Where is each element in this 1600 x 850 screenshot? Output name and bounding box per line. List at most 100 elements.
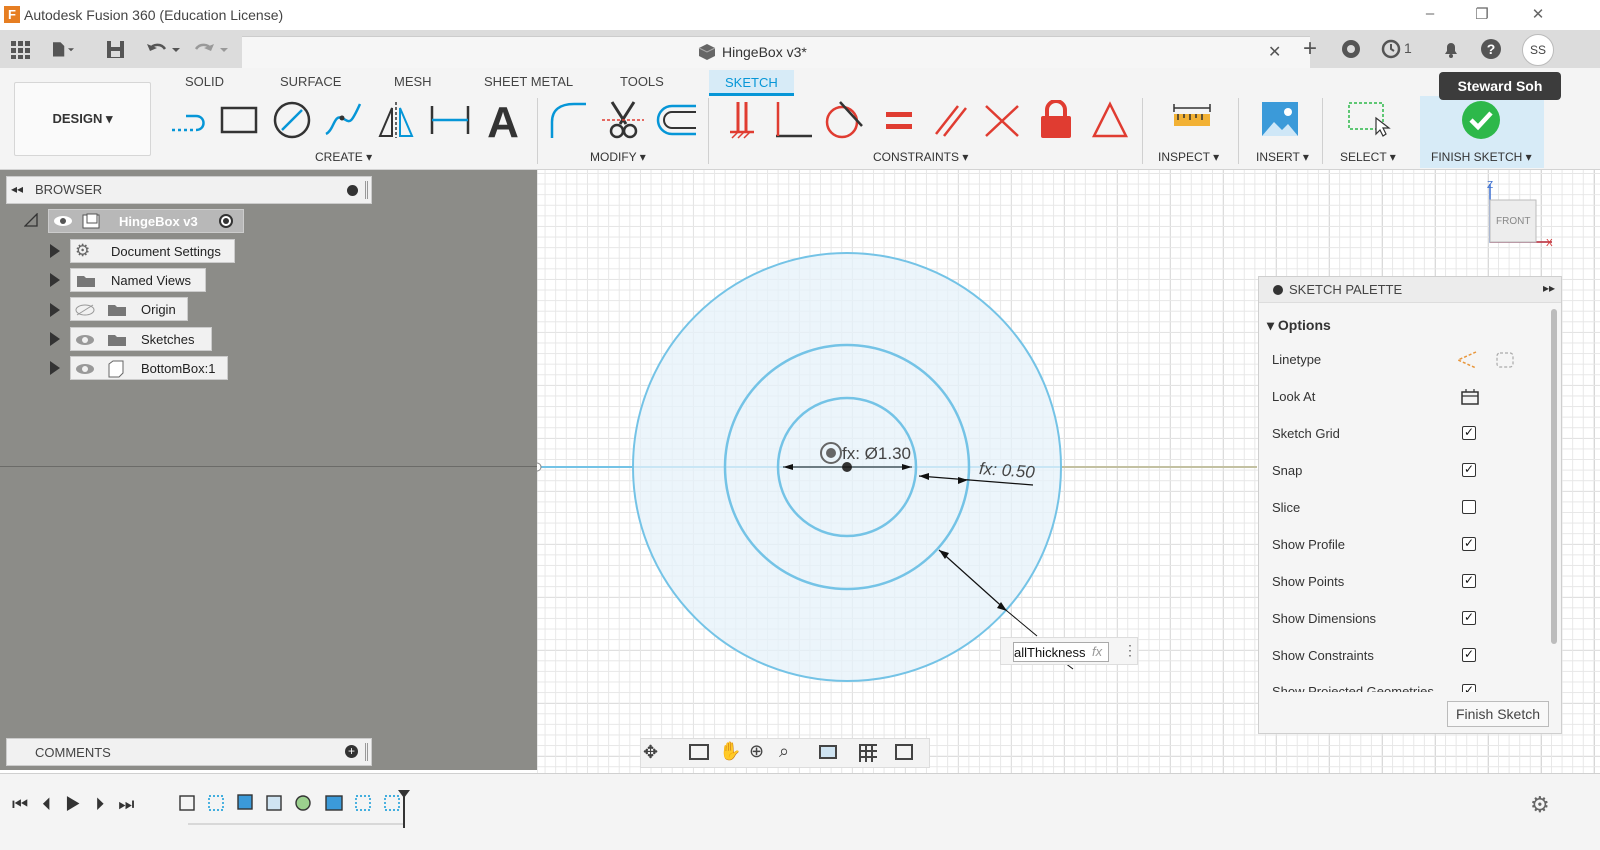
add-comment-icon[interactable]: + [345,745,358,758]
centerline-linetype-icon[interactable] [1494,350,1516,370]
fit-zoom-icon[interactable]: ⌕ [779,741,789,762]
look-at-icon[interactable] [689,744,709,760]
play-icon[interactable]: ▶ [65,794,95,814]
grid-settings-icon[interactable] [859,744,877,762]
fix-constraint-icon[interactable] [722,100,762,140]
redo-icon[interactable] [192,38,232,60]
dimension-input[interactable]: allThickness [1014,645,1086,660]
viewcube-front-label[interactable]: FRONT [1496,216,1530,227]
data-panel-grid-icon[interactable] [8,38,32,60]
text-tool-icon[interactable]: A [480,100,526,140]
expand-document-settings-icon[interactable] [50,244,60,258]
offset-tool-icon[interactable] [654,100,700,140]
zoom-icon[interactable]: ⊕ [749,741,764,762]
expand-sketches-icon[interactable] [50,332,60,346]
snap-checkbox[interactable]: ✓ [1462,463,1476,477]
collapse-browser-icon[interactable]: ◂◂ [11,182,23,196]
browser-options-icon[interactable] [347,185,358,196]
inspect-group-label[interactable]: INSPECT ▾ [1158,150,1219,164]
visibility-eye-icon[interactable] [75,334,95,346]
display-settings-icon[interactable] [819,745,837,759]
rectangle-tool-icon[interactable] [218,100,262,140]
spline-tool-icon[interactable] [322,100,366,140]
timeline-settings-gear-icon[interactable]: ⚙ [1530,792,1550,818]
origin-point[interactable] [537,462,542,472]
orbit-icon[interactable]: ✥ [643,742,658,763]
activate-radio-icon[interactable] [219,214,233,228]
tangent-constraint-icon[interactable] [822,100,866,140]
tab-tools[interactable]: TOOLS [620,74,664,89]
show-projected-checkbox[interactable]: ✓ [1462,684,1476,692]
modify-group-label[interactable]: MODIFY ▾ [590,150,646,164]
measure-ruler-icon[interactable] [1170,100,1214,140]
save-icon[interactable] [104,38,128,60]
expand-origin-icon[interactable] [50,303,60,317]
hidden-eye-icon[interactable] [75,304,95,316]
visibility-eye-icon[interactable] [53,215,73,227]
pin-handle-icon[interactable] [365,743,368,761]
palette-options-icon[interactable] [1273,285,1283,295]
expand-palette-icon[interactable]: ▸▸ [1543,281,1555,295]
expand-bottombox-icon[interactable] [50,361,60,375]
insert-group-label[interactable]: INSERT ▾ [1256,150,1309,164]
show-constraints-checkbox[interactable]: ✓ [1462,648,1476,662]
help-icon[interactable]: ? [1480,38,1502,60]
browser-item-named-views[interactable]: Named Views [70,268,206,292]
undo-icon[interactable] [144,38,184,60]
more-options-icon[interactable]: ⋮ [1123,642,1137,659]
timeline-features[interactable] [176,788,416,828]
finish-sketch-group-label[interactable]: FINISH SKETCH ▾ [1431,150,1532,164]
browser-root-row[interactable]: HingeBox v3 [48,209,244,233]
diameter-dimension[interactable]: fx: Ø1.30 [842,444,911,464]
offset-dimension[interactable]: fx: 0.50 [978,459,1035,483]
restore-icon[interactable]: ❐ [1472,5,1492,23]
show-points-checkbox[interactable]: ✓ [1462,574,1476,588]
go-to-end-icon[interactable]: ⏭ [118,794,148,814]
parallel-constraint-icon[interactable] [928,100,972,140]
browser-item-sketches[interactable]: Sketches [70,327,212,351]
tab-surface[interactable]: SURFACE [280,74,341,89]
finish-sketch-button[interactable]: Finish Sketch [1447,701,1549,727]
insert-image-icon[interactable] [1260,100,1300,140]
visibility-eye-icon[interactable] [75,363,95,375]
document-tab[interactable]: HingeBox v3* ✕ [242,36,1310,68]
coincident-constraint-icon[interactable] [980,100,1024,140]
notifications-bell-icon[interactable] [1440,38,1462,60]
show-dimensions-checkbox[interactable]: ✓ [1462,611,1476,625]
window-select-icon[interactable] [1346,100,1392,140]
create-group-label[interactable]: CREATE ▾ [315,150,372,164]
new-tab-plus-icon[interactable]: + [1296,36,1324,64]
minimize-icon[interactable]: – [1420,5,1440,22]
look-at-icon[interactable] [1460,388,1480,406]
close-tab-icon[interactable]: ✕ [1268,42,1281,62]
sketch-grid-checkbox[interactable]: ✓ [1462,426,1476,440]
tab-sheet-metal[interactable]: SHEET METAL [484,74,573,89]
palette-scrollbar[interactable] [1551,309,1557,644]
tab-sketch[interactable]: SKETCH [709,70,794,96]
select-group-label[interactable]: SELECT ▾ [1340,150,1396,164]
slice-checkbox[interactable] [1462,500,1476,514]
step-back-icon[interactable]: ⏴ [42,794,65,814]
browser-item-origin[interactable]: Origin [70,297,188,321]
sketch-dimension-tool-icon[interactable] [426,100,474,140]
browser-item-bottombox[interactable]: BottomBox:1 [70,356,228,380]
fx-icon[interactable]: fx [1092,644,1102,659]
lock-constraint-icon[interactable] [1034,100,1078,140]
trim-scissors-icon[interactable] [600,100,646,140]
triangle-constraint-icon[interactable] [1088,100,1132,140]
job-status-clock-icon[interactable] [1380,38,1402,60]
pin-handle-icon[interactable] [365,181,368,199]
fillet-tool-icon[interactable] [546,100,592,140]
step-forward-icon[interactable]: ⏵ [95,794,118,814]
workspace-switcher-button[interactable]: DESIGN ▾ [14,82,151,156]
perpendicular-constraint-icon[interactable] [772,100,816,140]
user-avatar[interactable]: SS [1522,34,1554,66]
pan-hand-icon[interactable]: ✋ [719,741,741,762]
go-to-start-icon[interactable]: ⏮ [12,794,42,814]
close-window-icon[interactable]: ✕ [1528,5,1548,23]
constraints-group-label[interactable]: CONSTRAINTS ▾ [873,150,968,164]
construction-linetype-icon[interactable] [1456,350,1478,370]
line-tool-icon[interactable] [166,100,210,140]
finish-sketch-check-icon[interactable] [1461,100,1501,140]
mirror-tool-icon[interactable] [374,100,418,140]
